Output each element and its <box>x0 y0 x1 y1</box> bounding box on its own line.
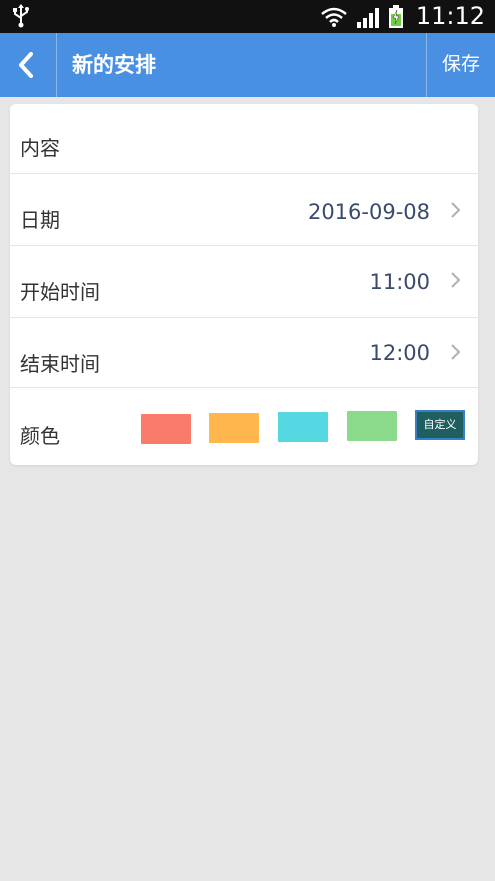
color-row: 颜色 自定义 <box>10 388 478 465</box>
status-bar: 11:12 <box>0 0 495 33</box>
top-nav-bar: 新的安排 保存 <box>0 33 495 97</box>
date-row[interactable]: 日期 2016-09-08 <box>10 174 478 246</box>
start-time-value: 11:00 <box>369 270 430 294</box>
content-label: 内容 <box>20 136 60 160</box>
nav-divider <box>56 33 57 97</box>
chevron-left-icon <box>19 52 33 78</box>
schedule-form-card: 内容 日期 2016-09-08 开始时间 11:00 结束时间 12:00 颜… <box>10 104 478 465</box>
page-title: 新的安排 <box>72 53 156 77</box>
custom-color-button[interactable]: 自定义 <box>415 410 465 440</box>
wifi-icon <box>321 7 347 27</box>
end-time-label: 结束时间 <box>20 352 100 376</box>
signal-icon <box>356 7 379 28</box>
chevron-right-icon <box>451 272 461 288</box>
chevron-right-icon <box>451 344 461 360</box>
back-button[interactable] <box>0 33 52 97</box>
date-label: 日期 <box>20 208 60 232</box>
start-time-label: 开始时间 <box>20 280 100 304</box>
end-time-row[interactable]: 结束时间 12:00 <box>10 318 478 388</box>
save-button[interactable]: 保存 <box>427 33 495 97</box>
usb-icon <box>13 4 29 28</box>
status-time: 11:12 <box>415 2 485 30</box>
color-swatch-cyan[interactable] <box>278 412 328 442</box>
battery-charging-icon <box>388 4 403 28</box>
end-time-value: 12:00 <box>369 341 430 365</box>
date-value: 2016-09-08 <box>307 200 430 224</box>
content-row[interactable]: 内容 <box>10 104 478 174</box>
color-swatch-red[interactable] <box>141 414 191 444</box>
color-swatch-green[interactable] <box>347 411 397 441</box>
chevron-right-icon <box>451 202 461 218</box>
color-label: 颜色 <box>20 424 60 448</box>
color-swatch-orange[interactable] <box>209 413 259 443</box>
start-time-row[interactable]: 开始时间 11:00 <box>10 246 478 318</box>
